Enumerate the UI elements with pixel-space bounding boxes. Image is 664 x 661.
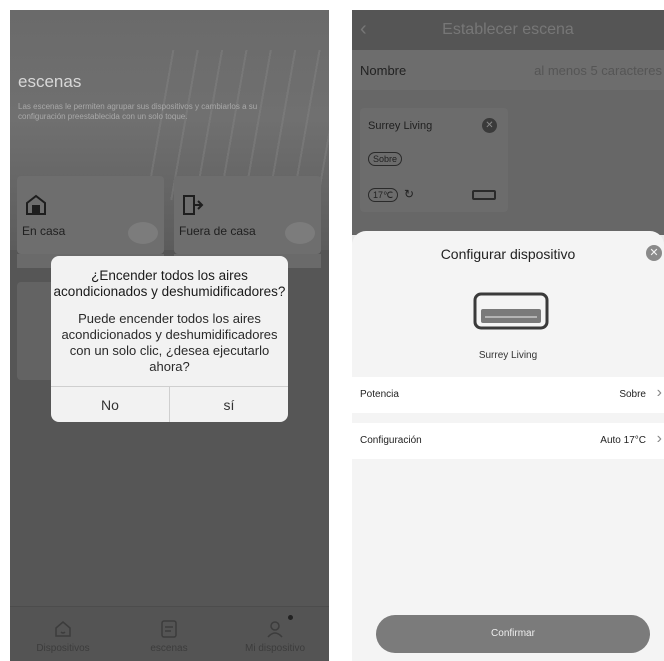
setting-label: Configuración [360, 435, 422, 446]
name-field[interactable]: Nombre al menos 5 caracteres [352, 50, 664, 90]
dialog-title: ¿Encender todos los aires acondicionados… [53, 268, 286, 299]
no-button[interactable]: No [51, 387, 170, 422]
bottom-tab-bar: Dispositivos escenas Mi dispositivo [10, 606, 329, 661]
scene-card-home[interactable]: En casa [17, 176, 164, 254]
page-title: Establecer escena [442, 21, 574, 38]
power-badge: Sobre [368, 152, 403, 166]
setting-value: Auto 17°C [600, 435, 646, 446]
configuration-setting-row[interactable]: Configuración Auto 17°C › [352, 423, 664, 459]
close-circle-icon[interactable]: ✕ [482, 118, 497, 133]
tab-label: Dispositivos [36, 643, 90, 654]
device-name: Surrey Living [478, 350, 538, 361]
confirm-dialog: ¿Encender todos los aires acondicionados… [51, 256, 288, 422]
configure-device-sheet: Configurar dispositivo ✕ Surrey Living P… [352, 231, 664, 661]
setting-label: Potencia [360, 389, 399, 400]
device-name: Surrey Living [368, 120, 433, 132]
chevron-right-icon: › [656, 430, 662, 447]
air-conditioner-icon [472, 190, 496, 200]
dialog-message: Puede encender todos los aires acondicio… [61, 311, 278, 374]
confirm-button[interactable]: Confirmar [376, 615, 650, 653]
page-title: escenas [18, 72, 82, 91]
tab-devices[interactable]: Dispositivos [10, 607, 116, 661]
power-setting-row[interactable]: Potencia Sobre › [352, 377, 664, 413]
scene-decoration [128, 222, 158, 244]
home-icon [55, 621, 71, 637]
page-description: Las escenas le permiten agrupar sus disp… [18, 102, 258, 121]
mode-auto-icon: ↻ [404, 187, 415, 201]
user-icon [267, 621, 283, 638]
tab-label: Mi dispositivo [244, 643, 306, 654]
scene-label: En casa [22, 224, 66, 238]
header: ‹ Establecer escena [352, 10, 664, 50]
tab-my-device[interactable]: Mi dispositivo [222, 607, 328, 661]
notification-dot [288, 615, 293, 620]
scenes-screen: escenas Las escenas le permiten agrupar … [10, 10, 329, 661]
chevron-right-icon: › [656, 384, 662, 401]
scene-decoration [285, 222, 315, 244]
door-exit-icon [183, 195, 204, 215]
scene-list-icon [161, 620, 177, 638]
setting-value: Sobre [619, 389, 646, 400]
home-icon [26, 194, 46, 215]
name-placeholder: al menos 5 caracteres [534, 63, 662, 78]
close-icon[interactable]: ✕ [646, 245, 662, 261]
sheet-title: Configurar dispositivo [440, 246, 576, 262]
air-conditioner-icon [473, 292, 549, 330]
dialog-actions: No sí [51, 386, 288, 422]
scene-card-away[interactable]: Fuera de casa [174, 176, 321, 254]
name-label: Nombre [360, 63, 407, 78]
scene-label: Fuera de casa [179, 224, 256, 238]
yes-button[interactable]: sí [170, 387, 288, 422]
tab-label: escenas [150, 643, 188, 654]
device-card[interactable]: Surrey Living ✕ Sobre 17℃ ↻ [360, 108, 508, 212]
tab-scenes[interactable]: escenas [116, 607, 222, 661]
set-scene-screen: ‹ Establecer escena Nombre al menos 5 ca… [352, 10, 664, 661]
temperature-badge: 17℃ [368, 188, 399, 202]
